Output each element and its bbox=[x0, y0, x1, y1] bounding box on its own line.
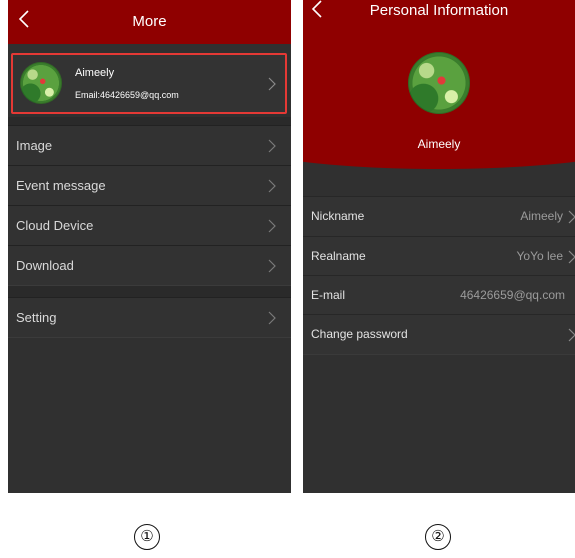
chevron-right-icon bbox=[568, 250, 575, 264]
menu-item-cloud-device[interactable]: Cloud Device bbox=[8, 205, 291, 246]
row-label: E-mail bbox=[311, 288, 346, 302]
email-row: E-mail 46426659@qq.com bbox=[303, 275, 575, 316]
chevron-right-icon bbox=[268, 179, 276, 193]
menu-item-label: Image bbox=[16, 138, 53, 153]
profile-name: Aimeely bbox=[75, 67, 115, 79]
profile-name: Aimeely bbox=[417, 137, 461, 151]
menu-item-image[interactable]: Image bbox=[8, 125, 291, 166]
chevron-right-icon bbox=[568, 328, 575, 342]
top-bar: More bbox=[8, 0, 291, 44]
row-value: YoYo lee bbox=[516, 249, 564, 263]
row-label: Change password bbox=[311, 327, 408, 341]
page-title: More bbox=[132, 13, 167, 30]
menu-item-label: Cloud Device bbox=[16, 218, 94, 233]
nickname-row[interactable]: Nickname Aimeely bbox=[303, 196, 575, 237]
menu-item-label: Event message bbox=[16, 178, 106, 193]
personal-information-screen: Personal Information Aimeely Nickname Ai… bbox=[303, 0, 575, 493]
avatar bbox=[20, 62, 62, 104]
section-divider bbox=[8, 286, 291, 297]
row-label: Realname bbox=[311, 249, 366, 263]
chevron-right-icon bbox=[268, 139, 276, 153]
section-divider bbox=[8, 117, 291, 125]
menu-item-label: Setting bbox=[16, 310, 57, 325]
menu-item-download[interactable]: Download bbox=[8, 245, 291, 286]
chevron-right-icon bbox=[268, 259, 276, 273]
step-number-2: ② bbox=[425, 524, 451, 550]
top-bar: Personal Information bbox=[303, 0, 575, 44]
menu-item-label: Download bbox=[16, 258, 74, 273]
profile-email: Email:46426659@qq.com bbox=[75, 90, 179, 100]
chevron-right-icon bbox=[568, 210, 575, 224]
page-title: Personal Information bbox=[369, 2, 509, 19]
chevron-right-icon bbox=[268, 311, 276, 325]
menu-item-event-message[interactable]: Event message bbox=[8, 165, 291, 206]
menu-item-setting[interactable]: Setting bbox=[8, 297, 291, 338]
profile-card[interactable]: Aimeely Email:46426659@qq.com bbox=[11, 53, 287, 114]
row-label: Nickname bbox=[311, 209, 365, 223]
realname-row[interactable]: Realname YoYo lee bbox=[303, 236, 575, 277]
step-number-1: ① bbox=[134, 524, 160, 550]
row-value: Aimeely bbox=[520, 209, 563, 223]
chevron-right-icon bbox=[268, 219, 276, 233]
more-screen: More Aimeely Email:46426659@qq.com Image… bbox=[8, 0, 291, 493]
avatar[interactable] bbox=[408, 52, 470, 114]
change-password-row[interactable]: Change password bbox=[303, 314, 575, 355]
row-value: 46426659@qq.com bbox=[460, 288, 565, 302]
chevron-right-icon bbox=[268, 77, 276, 91]
